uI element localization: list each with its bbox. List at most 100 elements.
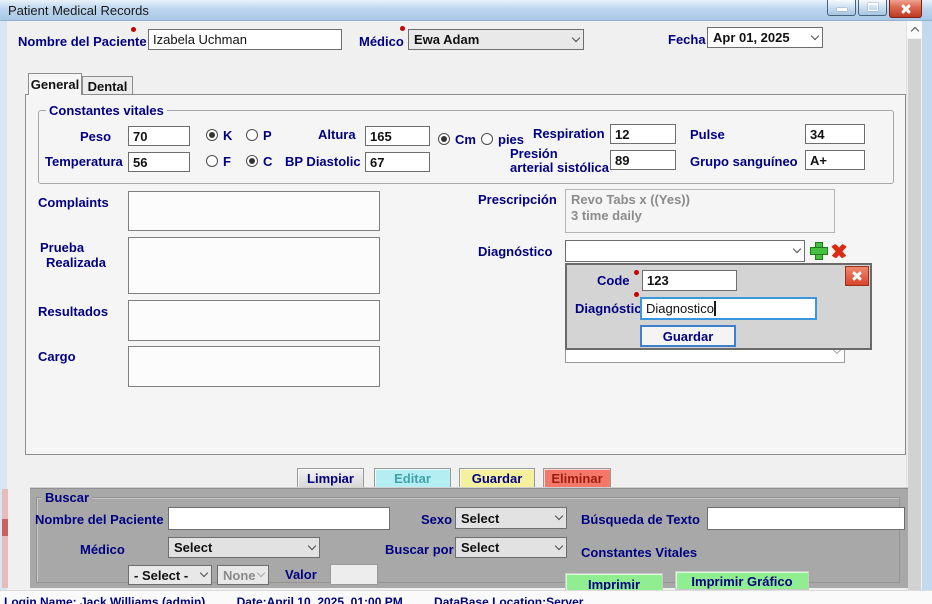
vital-field-value: - Select -	[134, 568, 188, 583]
close-button[interactable]	[889, 0, 922, 18]
buscar-por-label: Buscar por	[385, 542, 454, 557]
delete-diagnostico-icon[interactable]	[830, 242, 848, 260]
chevron-down-icon	[812, 33, 818, 39]
pulse-label: Pulse	[690, 127, 725, 142]
prueba-label-line1: Prueba	[40, 240, 84, 255]
buscar-por-value: Select	[461, 540, 499, 555]
complaints-textarea[interactable]	[128, 191, 380, 231]
vitals-group-title: Constantes vitales	[46, 103, 167, 118]
close-icon	[846, 267, 868, 285]
peso-input[interactable]	[128, 126, 190, 146]
app-window: Patient Medical Records Nombre del Pacie…	[0, 0, 932, 604]
respiration-input[interactable]	[610, 124, 676, 144]
sexo-label: Sexo	[421, 512, 452, 527]
chevron-down-icon	[309, 543, 315, 549]
required-asterisk	[634, 270, 639, 275]
buscar-nombre-label: Nombre del Paciente	[35, 512, 164, 527]
prueba-realizada-textarea[interactable]	[128, 237, 380, 294]
add-diagnostico-icon[interactable]	[810, 242, 828, 260]
prescripcion-textarea[interactable]: Revo Tabs x ((Yes)) 3 time daily	[565, 189, 835, 233]
valor-input[interactable]	[330, 564, 378, 585]
popup-close-button[interactable]	[845, 266, 869, 286]
editar-button[interactable]: Editar	[374, 468, 451, 489]
tab-dental[interactable]: Dental	[82, 76, 133, 95]
radio-f-label: F	[223, 154, 231, 169]
medico-selected-value: Ewa Adam	[414, 32, 479, 47]
diagnostico-label: Diagnóstico	[478, 244, 552, 259]
vital-field-select[interactable]: - Select -	[128, 565, 212, 585]
sexo-select[interactable]: Select	[455, 507, 567, 529]
scrollbar-thumb[interactable]	[908, 39, 921, 603]
presion-input[interactable]	[610, 150, 676, 170]
resultados-textarea[interactable]	[128, 300, 380, 341]
scroll-up-button[interactable]	[907, 21, 922, 38]
altura-input[interactable]	[365, 126, 430, 146]
diagnostico-select[interactable]	[565, 240, 805, 262]
valor-label: Valor	[285, 567, 317, 582]
medico-select[interactable]: Ewa Adam	[408, 29, 584, 50]
popup-code-input[interactable]	[642, 270, 737, 291]
imprimir-grafico-button[interactable]: Imprimir Gráfico	[675, 571, 809, 590]
chevron-up-icon	[910, 27, 918, 35]
chevron-down-icon	[556, 513, 562, 519]
patient-name-input[interactable]	[148, 29, 342, 50]
code-label: Code	[597, 273, 630, 288]
buscar-medico-select[interactable]: Select	[168, 537, 320, 558]
constantes-vitales-label: Constantes Vitales	[581, 545, 697, 560]
fecha-value: Apr 01, 2025	[713, 30, 790, 45]
presion-label: Presión arterial sistólica	[510, 147, 609, 175]
close-icon	[890, 0, 921, 17]
radio-cm-label: Cm	[455, 132, 476, 147]
radio-fahrenheit[interactable]	[206, 155, 218, 167]
pulse-input[interactable]	[805, 124, 865, 144]
chevron-down-icon	[556, 543, 562, 549]
temperatura-input[interactable]	[128, 152, 190, 172]
status-bar: Login Name: Jack Williams (admin) Date:A…	[0, 590, 932, 604]
busqueda-texto-input[interactable]	[707, 507, 905, 530]
maximize-button[interactable]	[858, 0, 887, 16]
tab-general[interactable]: General	[28, 73, 82, 95]
popup-diagnostico-input[interactable]	[640, 297, 817, 320]
fecha-datepicker[interactable]: Apr 01, 2025	[707, 27, 823, 48]
chevron-down-icon	[794, 246, 800, 252]
minimize-button[interactable]	[827, 0, 856, 16]
cargo-textarea[interactable]	[128, 346, 380, 387]
radio-kilograms[interactable]	[206, 129, 218, 141]
guardar-button[interactable]: Guardar	[459, 468, 535, 489]
prueba-label-line2: Realizada	[46, 255, 106, 270]
radio-pies[interactable]	[481, 133, 493, 145]
resultados-label: Resultados	[38, 304, 108, 319]
status-login: Login Name: Jack Williams (admin)	[4, 595, 205, 604]
radio-c-label: C	[263, 154, 272, 169]
radio-cm[interactable]	[438, 133, 450, 145]
maximize-icon	[868, 3, 878, 11]
chevron-down-icon	[573, 35, 579, 41]
required-asterisk	[131, 27, 136, 32]
left-accent-mark	[2, 519, 8, 536]
status-text: Login Name: Jack Williams (admin) Date:A…	[4, 595, 611, 604]
none-value: None	[223, 568, 256, 583]
bp-diastolic-input[interactable]	[365, 152, 430, 172]
imprimir-button[interactable]: Imprimir	[565, 573, 663, 591]
limpiar-button[interactable]: Limpiar	[297, 468, 364, 489]
cargo-label: Cargo	[38, 349, 76, 364]
radio-celsius[interactable]	[246, 155, 258, 167]
vertical-scrollbar[interactable]	[906, 21, 921, 604]
temperatura-label: Temperatura	[45, 154, 123, 169]
popup-diagnostico-label: Diagnóstico	[575, 301, 649, 316]
none-select[interactable]: None	[217, 565, 269, 585]
grupo-sanguineo-label: Grupo sanguíneo	[690, 154, 798, 169]
text-cursor	[714, 301, 716, 316]
buscar-por-select[interactable]: Select	[455, 537, 567, 558]
popup-guardar-button[interactable]: Guardar	[640, 325, 736, 347]
vitals-groupbox	[38, 110, 894, 184]
required-asterisk	[634, 292, 639, 297]
eliminar-button[interactable]: Eliminar	[543, 468, 611, 489]
buscar-nombre-input[interactable]	[168, 507, 390, 530]
chevron-down-icon	[258, 570, 264, 576]
grupo-sanguineo-input[interactable]	[805, 150, 865, 170]
altura-label: Altura	[318, 127, 356, 142]
presion-label-line2: arterial sistólica	[510, 160, 609, 175]
minimize-icon	[837, 8, 847, 11]
radio-pounds[interactable]	[246, 129, 258, 141]
